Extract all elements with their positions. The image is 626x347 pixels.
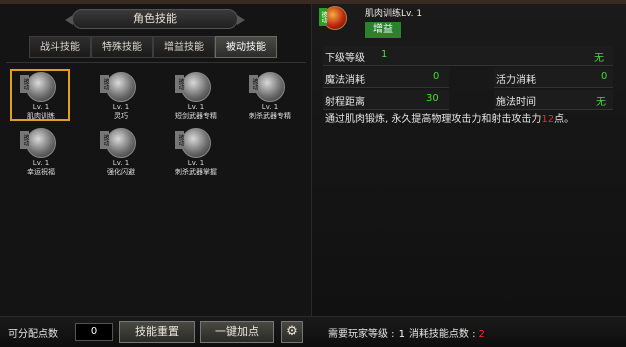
cast-time-row: 施法时间 无 <box>494 90 613 110</box>
skill-tabs: 战斗技能 特殊技能 增益技能 被动技能 <box>29 36 277 58</box>
next-level-value: 1 <box>381 49 388 60</box>
tab-special[interactable]: 特殊技能 <box>91 36 153 58</box>
skill-name: 灵巧 <box>114 112 128 120</box>
passive-badge: 被动 <box>100 75 109 93</box>
skill-agility[interactable]: 被动 Lv. 1 灵巧 <box>86 65 156 125</box>
tab-combat[interactable]: 战斗技能 <box>29 36 91 58</box>
skill-detail-panel: 被动 肌肉训练Lv. 1 增益 下级等级 1 无 魔法消耗 0 活力消耗 0 射… <box>313 4 626 316</box>
claw-icon: 被动 <box>249 72 285 102</box>
mana-cost-value: 0 <box>433 71 440 82</box>
skill-name: 强化闪避 <box>107 168 135 176</box>
next-level-none: 无 <box>594 53 604 64</box>
mana-cost-label: 魔法消耗 <box>325 75 365 86</box>
cast-time-value: 无 <box>596 97 606 108</box>
skill-assassin-weapon-mastery[interactable]: 被动 Lv. 1 刺杀武器专精 <box>235 65 305 125</box>
bottom-bar: 可分配点数 0 技能重置 一键加点 ⚙ 需要玩家等级 :1 消耗技能点数 :2 <box>0 316 626 347</box>
passive-badge: 被动 <box>175 131 184 149</box>
desc-tail: 点。 <box>554 114 575 125</box>
dodge-icon: 被动 <box>100 128 136 158</box>
vigor-cost-label: 活力消耗 <box>496 75 536 86</box>
vigor-cost-row: 活力消耗 0 <box>494 68 613 88</box>
skill-level: Lv. 1 <box>32 103 50 111</box>
range-row: 射程距离 30 <box>323 90 449 110</box>
skill-name: 短剑武器专精 <box>175 112 217 120</box>
vigor-cost-value: 0 <box>601 71 608 82</box>
range-value: 30 <box>426 93 439 104</box>
gear-icon: ⚙ <box>286 324 298 339</box>
fist-icon: 被动 <box>20 72 56 102</box>
skill-lucky-blessing[interactable]: 被动 Lv. 1 幸运祝福 <box>6 121 76 181</box>
cost-points-value: 2 <box>478 329 485 340</box>
skill-level: Lv. 1 <box>261 103 279 111</box>
available-points-label: 可分配点数 <box>8 329 58 340</box>
passive-badge: 被动 <box>249 75 258 93</box>
requirements-text: 需要玩家等级 :1 消耗技能点数 :2 <box>328 325 485 340</box>
skill-enhanced-dodge[interactable]: 被动 Lv. 1 强化闪避 <box>86 121 156 181</box>
cost-points-label: 消耗技能点数 : <box>408 329 476 340</box>
skill-level: Lv. 1 <box>187 103 205 111</box>
skill-assassin-weapon-grasp[interactable]: 被动 Lv. 1 刺杀武器掌握 <box>161 121 231 181</box>
glove-icon: 被动 <box>100 72 136 102</box>
available-points-value: 0 <box>75 323 113 341</box>
passive-badge: 被动 <box>100 131 109 149</box>
passive-badge: 被动 <box>319 8 327 26</box>
window-title: 角色技能 <box>65 9 245 29</box>
dagger-icon: 被动 <box>175 72 211 102</box>
range-label: 射程距离 <box>325 97 365 108</box>
cast-time-label: 施法时间 <box>496 97 536 108</box>
passive-badge: 被动 <box>175 75 184 93</box>
skill-name: 刺杀武器掌握 <box>175 168 217 176</box>
buff-tag: 增益 <box>365 22 401 38</box>
next-level-label: 下级等级 <box>325 53 365 64</box>
mastery-icon: 被动 <box>175 128 211 158</box>
skill-level: Lv. 1 <box>112 159 130 167</box>
skill-name: 幸运祝福 <box>27 168 55 176</box>
skill-level: Lv. 1 <box>112 103 130 111</box>
skill-dagger-mastery[interactable]: 被动 Lv. 1 短剑武器专精 <box>161 65 231 125</box>
desc-number: 12 <box>541 114 555 125</box>
req-level-label: 需要玩家等级 : <box>328 329 395 340</box>
skill-level: Lv. 1 <box>32 159 50 167</box>
blessing-icon: 被动 <box>20 128 56 158</box>
req-level-value: 1 <box>398 329 405 340</box>
muscle-skill-icon: 被动 <box>319 6 347 30</box>
skill-title: 肌肉训练Lv. 1 <box>365 9 423 19</box>
desc-main: 通过肌肉锻炼, 永久提高物理攻击力和射击攻击力 <box>325 114 542 125</box>
passive-badge: 被动 <box>20 131 29 149</box>
skill-name: 肌肉训练 <box>27 112 55 120</box>
skill-level: Lv. 1 <box>187 159 205 167</box>
skill-reset-button[interactable]: 技能重置 <box>119 321 195 343</box>
auto-assign-button[interactable]: 一键加点 <box>200 321 274 343</box>
skill-window: 角色技能 战斗技能 特殊技能 增益技能 被动技能 被动 Lv. 1 肌肉训练 被… <box>0 0 626 347</box>
tab-buff[interactable]: 增益技能 <box>153 36 215 58</box>
passive-badge: 被动 <box>20 75 29 93</box>
skill-name: 刺杀武器专精 <box>249 112 291 120</box>
settings-button[interactable]: ⚙ <box>281 321 303 343</box>
skill-list-panel: 角色技能 战斗技能 特殊技能 增益技能 被动技能 被动 Lv. 1 肌肉训练 被… <box>0 4 312 316</box>
tab-passive[interactable]: 被动技能 <box>215 36 277 58</box>
skill-grid: 被动 Lv. 1 肌肉训练 被动 Lv. 1 灵巧 被动 Lv. 1 短剑武器专… <box>6 62 306 312</box>
next-level-row: 下级等级 1 无 <box>323 46 613 104</box>
skill-description: 通过肌肉锻炼, 永久提高物理攻击力和射击攻击力12点。 <box>325 110 574 125</box>
mana-cost-row: 魔法消耗 0 <box>323 68 449 88</box>
skill-muscle-training[interactable]: 被动 Lv. 1 肌肉训练 <box>6 65 76 125</box>
